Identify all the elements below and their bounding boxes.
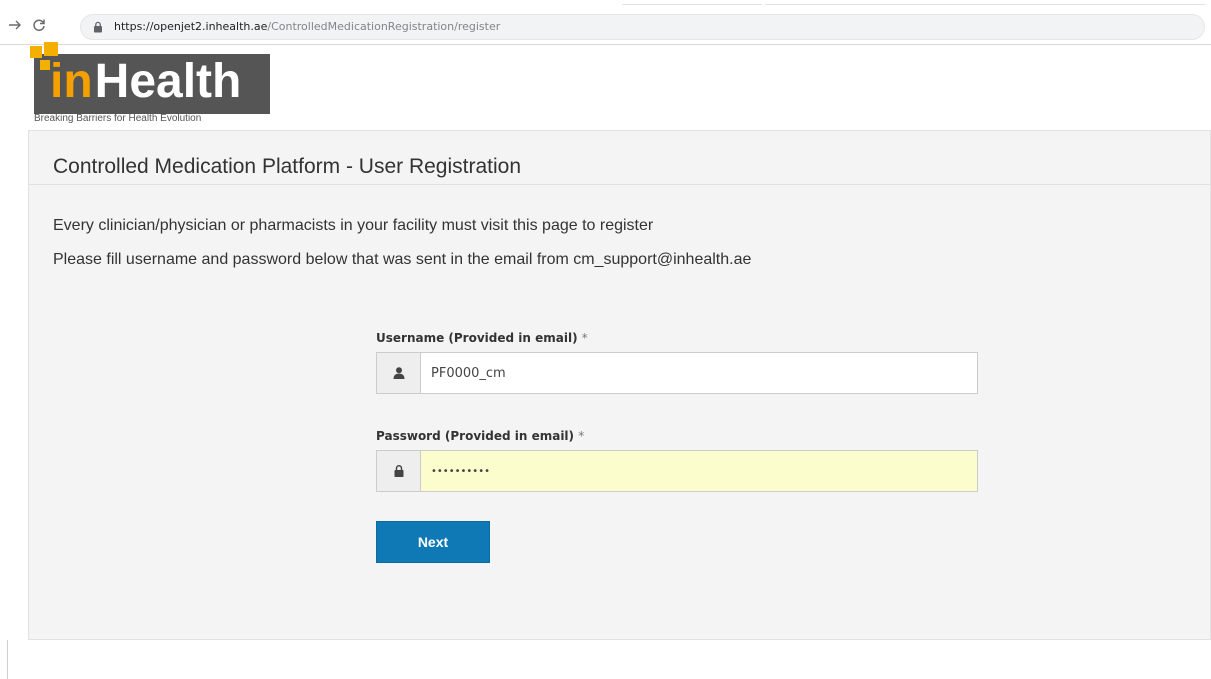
url-text: https://openjet2.inhealth.ae/ControlledM… (114, 20, 500, 34)
username-label: Username (Provided in email) * (376, 331, 588, 345)
reload-icon (33, 19, 45, 32)
tab-edge (765, 0, 1205, 5)
browser-toolbar: https://openjet2.inhealth.ae/ControlledM… (0, 10, 1211, 45)
logo-square (40, 60, 50, 70)
password-input-group (376, 450, 978, 492)
user-icon (393, 367, 404, 379)
back-button[interactable] (6, 18, 24, 36)
intro-text-line-2: Please fill username and password below … (53, 251, 752, 268)
browser-tab-strip (0, 0, 1211, 10)
lock-icon (394, 465, 403, 477)
password-label: Password (Provided in email) * (376, 429, 584, 443)
reload-button[interactable] (30, 18, 48, 36)
password-label-text: Password (Provided in email) (376, 429, 575, 443)
username-input[interactable] (420, 352, 978, 394)
required-mark: * (581, 331, 588, 345)
arrow-right-icon (9, 20, 21, 30)
logo-in: in (50, 55, 93, 108)
username-addon (376, 352, 420, 394)
inhealth-logo: inHealth Breaking Barriers for Health Ev… (30, 42, 280, 128)
next-button[interactable]: Next (376, 521, 490, 563)
logo-tagline: Breaking Barriers for Health Evolution (34, 113, 202, 124)
logo-health: Health (94, 55, 242, 108)
registration-panel: Controlled Medication Platform - User Re… (28, 130, 1211, 640)
logo-wordmark: inHealth (50, 54, 241, 110)
username-input-group (376, 352, 978, 394)
password-input[interactable] (420, 450, 978, 492)
page-title: Controlled Medication Platform - User Re… (53, 155, 522, 178)
lock-icon (94, 21, 102, 33)
tab-edge (622, 0, 762, 5)
logo-square (30, 46, 42, 58)
url-path: /ControlledMedicationRegistration/regist… (267, 20, 501, 33)
page-edge-line (7, 640, 8, 679)
username-label-text: Username (Provided in email) (376, 331, 578, 345)
required-mark: * (578, 429, 585, 443)
url-host: https://openjet2.inhealth.ae (114, 20, 268, 33)
intro-text-line-1: Every clinician/physician or pharmacists… (53, 217, 654, 234)
address-bar[interactable]: https://openjet2.inhealth.ae/ControlledM… (80, 14, 1205, 40)
password-addon (376, 450, 420, 492)
title-divider (29, 184, 1210, 185)
